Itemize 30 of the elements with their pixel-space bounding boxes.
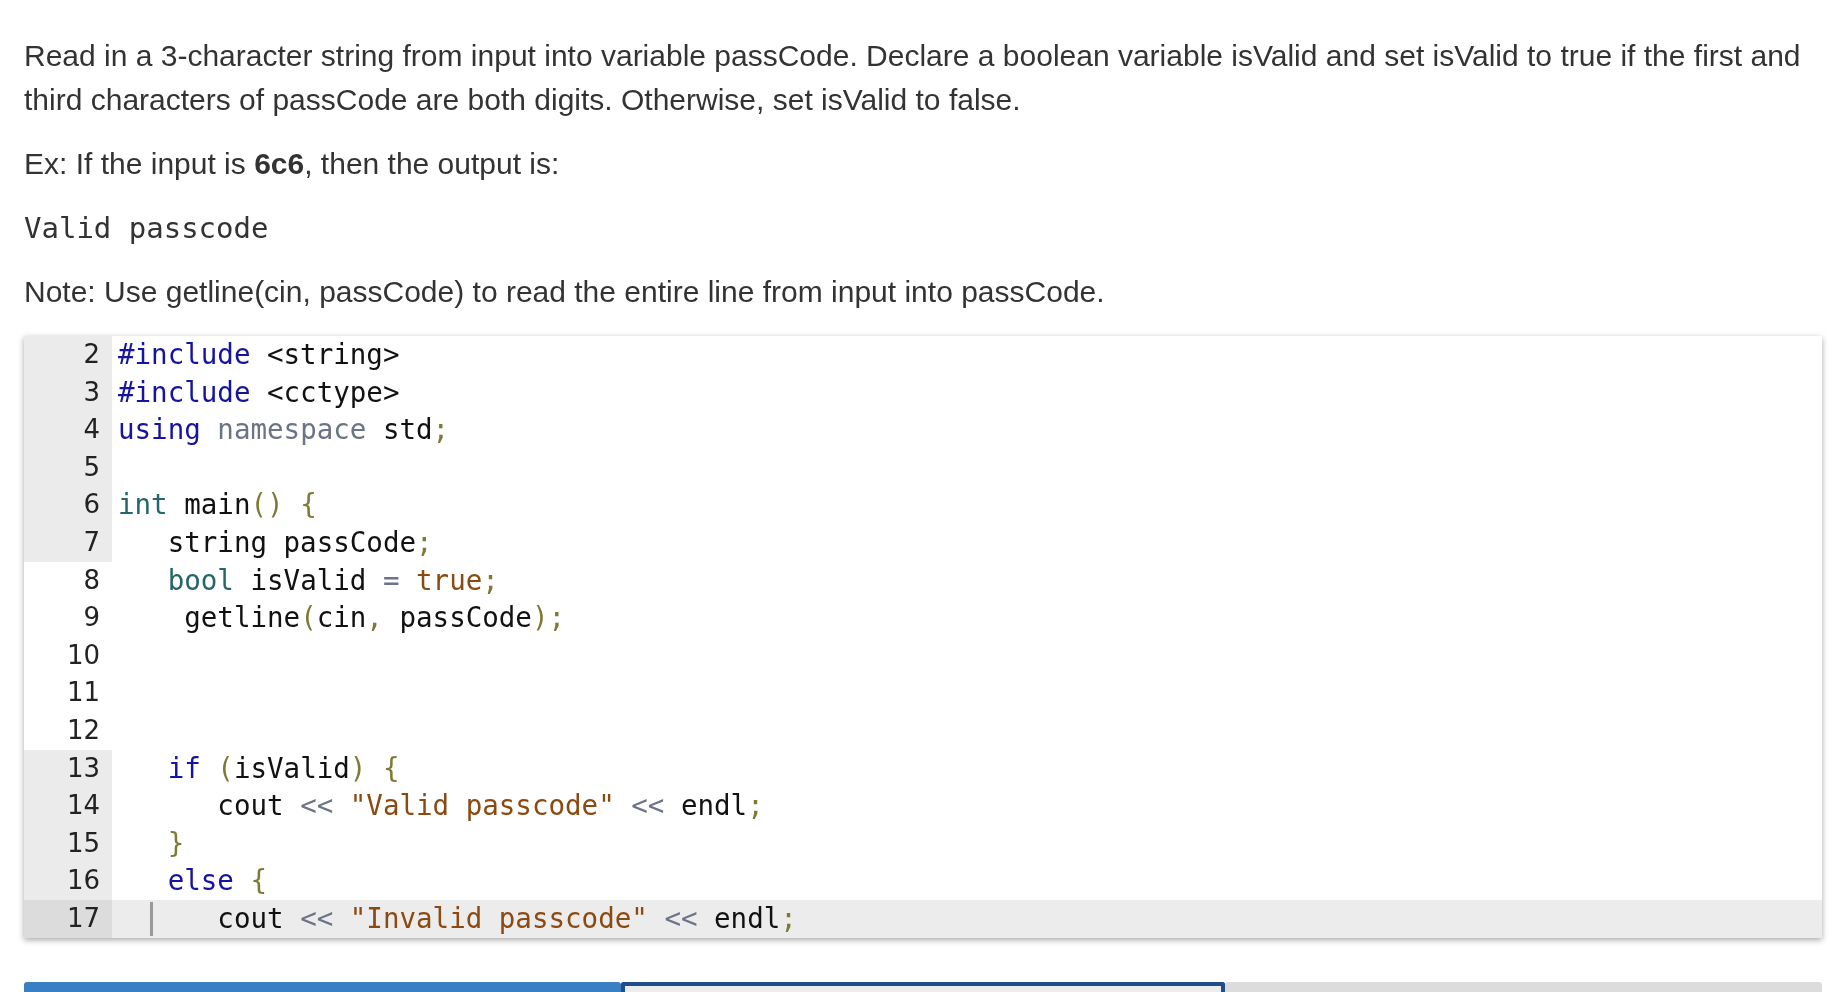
code-line: #include <string> bbox=[117, 337, 400, 372]
line-number: 13 bbox=[24, 749, 112, 788]
example-text: Ex: If the input is 6c6, then the output is: bbox=[24, 146, 561, 182]
line-number: 2 bbox=[24, 336, 112, 374]
line-number: 7 bbox=[24, 523, 112, 562]
note-text: Note: Use getline(cin, passCode) to read the entire line from input into passCode. bbox=[24, 274, 1106, 310]
code-line: getline(cin, passCode); bbox=[183, 600, 566, 636]
line-number: 16 bbox=[24, 862, 112, 900]
code-line: using namespace std; bbox=[117, 412, 450, 448]
level-tab[interactable] bbox=[620, 981, 1226, 992]
code-line: else { bbox=[166, 863, 268, 899]
line-number: 4 bbox=[24, 411, 112, 449]
line-number: 6 bbox=[24, 486, 112, 524]
example-output: Valid passcode bbox=[24, 210, 270, 247]
code-line: cout << "Invalid passcode" << endl; bbox=[112, 899, 797, 938]
line-number: 17 bbox=[24, 899, 112, 938]
line-number: 5 bbox=[24, 448, 112, 487]
code-line: } bbox=[166, 825, 185, 861]
line-number: 3 bbox=[24, 373, 112, 412]
code-line: bool isValid = true; bbox=[166, 562, 499, 598]
line-number: 15 bbox=[24, 824, 112, 863]
level-tab[interactable] bbox=[24, 981, 621, 992]
code-line: int main() { bbox=[117, 487, 317, 523]
code-line: #include <cctype> bbox=[117, 374, 400, 410]
line-number: 14 bbox=[24, 787, 112, 825]
code-line: if (isValid) { bbox=[166, 750, 400, 786]
code-line: cout << "Valid passcode" << endl; bbox=[216, 788, 764, 824]
text-cursor bbox=[150, 901, 153, 936]
code-line: string passCode; bbox=[166, 524, 433, 560]
instructions-text: Read in a 3-character string from input into variable passCode. Declare a boolean variable isValid and set isValid to true if the first and third characters of passCode are both digits. Otherwise, set isValid to false. bbox=[24, 38, 1802, 118]
